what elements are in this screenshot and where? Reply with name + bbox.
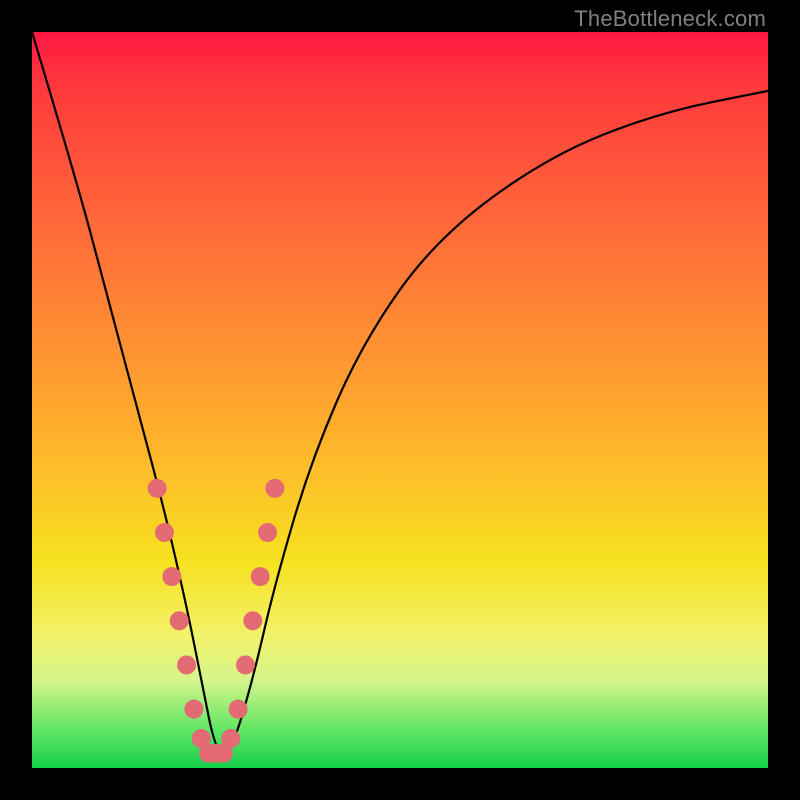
highlight-dot — [236, 655, 255, 674]
highlight-dots — [148, 479, 285, 763]
highlight-dot — [221, 729, 240, 748]
highlight-dot — [229, 700, 248, 719]
curve-svg — [32, 32, 768, 768]
highlight-dot — [177, 655, 196, 674]
plot-area — [32, 32, 768, 768]
highlight-dot — [265, 479, 284, 498]
highlight-dot — [258, 523, 277, 542]
highlight-dot — [243, 611, 262, 630]
highlight-dot — [184, 700, 203, 719]
highlight-dot — [148, 479, 167, 498]
highlight-dot — [170, 611, 189, 630]
highlight-dot — [162, 567, 181, 586]
bottleneck-curve — [32, 32, 768, 753]
chart-frame: TheBottleneck.com — [0, 0, 800, 800]
highlight-dot — [155, 523, 174, 542]
highlight-dot — [251, 567, 270, 586]
watermark-text: TheBottleneck.com — [574, 6, 766, 32]
